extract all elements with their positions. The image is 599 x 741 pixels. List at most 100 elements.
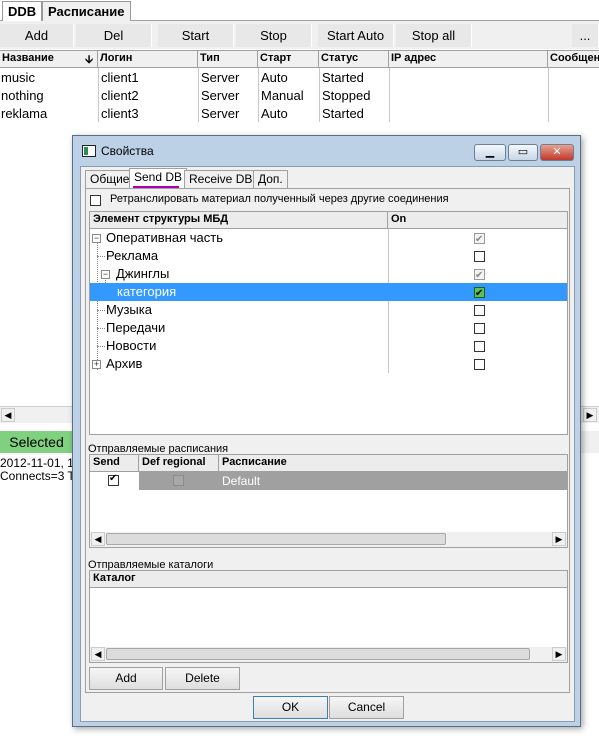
tab-receive-db[interactable]: Receive DB xyxy=(184,170,258,189)
cell-status: Started xyxy=(322,70,364,85)
dialog-title: Свойства xyxy=(101,144,154,158)
column-header-type[interactable]: Тип xyxy=(198,51,258,68)
tree-node[interactable]: Новости xyxy=(90,337,567,355)
table-row[interactable]: music client1 Server Auto Started xyxy=(0,69,599,87)
catalog-add-button[interactable]: Add xyxy=(89,667,163,690)
def-regional-checkbox[interactable] xyxy=(173,475,184,486)
tree-node[interactable]: Реклама xyxy=(90,247,567,265)
sort-arrow-icon: 🡫 xyxy=(85,54,93,66)
on-checkbox[interactable] xyxy=(474,323,485,334)
log-line: Connects=3 Ta xyxy=(0,469,81,483)
column-header-label: Название xyxy=(2,52,54,64)
send-db-page: Ретранслировать материал полученный чере… xyxy=(85,188,570,693)
scroll-right-icon[interactable]: ▶ xyxy=(583,408,597,422)
on-checkbox[interactable] xyxy=(474,251,485,262)
scroll-thumb[interactable] xyxy=(106,533,446,545)
tab-extra[interactable]: Доп. xyxy=(253,170,288,189)
tree-node-selected[interactable]: категория xyxy=(90,283,567,303)
on-checkbox[interactable] xyxy=(474,341,485,352)
scroll-left-icon[interactable]: ◀ xyxy=(91,647,105,661)
window-icon xyxy=(82,145,96,157)
tree-node-label: Передачи xyxy=(106,320,166,335)
column-header-ip[interactable]: IP адрес xyxy=(389,51,548,68)
tree-node[interactable]: Передачи xyxy=(90,319,567,337)
minimize-icon[interactable]: ▁ xyxy=(474,144,506,161)
catalog-delete-button[interactable]: Delete xyxy=(165,667,240,690)
tree-node[interactable]: − Джинглы xyxy=(90,265,567,285)
scroll-thumb[interactable] xyxy=(106,648,530,660)
column-header-send[interactable]: Send xyxy=(90,455,139,472)
add-button[interactable]: Add xyxy=(0,24,74,47)
tree-node[interactable]: + Архив xyxy=(90,355,567,373)
scroll-left-icon[interactable]: ◀ xyxy=(91,532,105,546)
tree-node[interactable]: − Оперативная часть xyxy=(90,229,567,249)
tree-header: Элемент структуры МБД On xyxy=(90,212,567,229)
selected-button[interactable]: Selected xyxy=(0,431,73,453)
cell-name: music xyxy=(1,70,35,85)
connections-table-header: Название 🡫 Логин Тип Старт Статус IP адр… xyxy=(0,50,599,68)
scroll-right-icon[interactable]: ▶ xyxy=(552,647,566,661)
expand-icon[interactable]: + xyxy=(92,360,101,369)
tree-node-label: Джинглы xyxy=(116,266,170,281)
start-auto-button[interactable]: Start Auto xyxy=(318,24,394,47)
on-checkbox[interactable] xyxy=(474,305,485,316)
scroll-right-icon[interactable]: ▶ xyxy=(552,532,566,546)
on-checkbox[interactable] xyxy=(474,267,485,285)
cell-login: client1 xyxy=(101,70,139,85)
cell-login: client3 xyxy=(101,106,139,121)
on-checkbox[interactable] xyxy=(474,231,485,249)
maximize-icon[interactable]: ▭ xyxy=(508,144,538,161)
tree-node-label: Реклама xyxy=(106,248,159,263)
schedule-name: Default xyxy=(222,474,261,488)
column-header-catalog[interactable]: Каталог xyxy=(90,571,567,588)
column-header-name[interactable]: Название 🡫 xyxy=(0,51,98,68)
start-button[interactable]: Start xyxy=(158,24,234,47)
delete-button[interactable]: Del xyxy=(76,24,152,47)
stop-button[interactable]: Stop xyxy=(236,24,312,47)
column-header-login[interactable]: Логин xyxy=(98,51,198,68)
tab-ddb[interactable]: DDB xyxy=(2,1,43,21)
ok-button[interactable]: OK xyxy=(253,696,328,719)
cancel-button[interactable]: Cancel xyxy=(329,696,404,719)
cell-status: Stopped xyxy=(322,88,371,103)
tab-schedule[interactable]: Расписание xyxy=(42,1,131,21)
tree-node[interactable]: Музыка xyxy=(90,301,567,319)
retranslate-checkbox[interactable] xyxy=(90,195,101,206)
column-header-start[interactable]: Старт xyxy=(258,51,319,68)
collapse-icon[interactable]: − xyxy=(92,234,101,243)
tab-general[interactable]: Общие xyxy=(85,170,135,189)
tree-node-label: категория xyxy=(117,284,177,299)
tree-node-label: Архив xyxy=(106,356,143,371)
retranslate-label: Ретранслировать материал полученный чере… xyxy=(110,193,449,205)
cell-name: nothing xyxy=(1,88,44,103)
catalogs-hscrollbar[interactable]: ◀ ▶ xyxy=(90,647,567,662)
schedules-hscrollbar[interactable]: ◀ ▶ xyxy=(90,532,567,547)
cell-login: client2 xyxy=(101,88,139,103)
more-button[interactable]: ... xyxy=(572,24,599,47)
cell-start: Auto xyxy=(261,70,288,85)
send-checkbox[interactable] xyxy=(108,473,119,486)
cell-type: Server xyxy=(201,88,240,103)
table-row[interactable]: Default xyxy=(90,472,567,490)
cell-status: Started xyxy=(322,106,364,121)
on-checkbox[interactable] xyxy=(474,285,485,303)
close-icon[interactable]: ✕ xyxy=(540,144,574,161)
on-checkbox[interactable] xyxy=(474,359,485,370)
table-row[interactable]: reklama client3 Server Auto Started xyxy=(0,105,599,123)
column-header-status[interactable]: Статус xyxy=(319,51,389,68)
column-header-def-regional[interactable]: Def regional xyxy=(139,455,219,472)
tree-header-element[interactable]: Элемент структуры МБД xyxy=(90,212,388,229)
column-header-schedule[interactable]: Расписание xyxy=(219,455,567,472)
column-header-message[interactable]: Сообщен xyxy=(548,51,599,68)
properties-dialog: Свойства ▁ ▭ ✕ Общие Send DB Receive DB … xyxy=(72,135,581,727)
cell-type: Server xyxy=(201,106,240,121)
scroll-left-icon[interactable]: ◀ xyxy=(1,408,15,422)
stop-all-button[interactable]: Stop all xyxy=(396,24,472,47)
collapse-icon[interactable]: − xyxy=(101,270,110,279)
cell-start: Auto xyxy=(261,106,288,121)
catalogs-header: Каталог xyxy=(90,571,567,588)
schedules-header: Send Def regional Расписание xyxy=(90,455,567,472)
cell-start: Manual xyxy=(261,88,304,103)
table-row[interactable]: nothing client2 Server Manual Stopped xyxy=(0,87,599,105)
tree-header-on[interactable]: On xyxy=(388,212,567,229)
